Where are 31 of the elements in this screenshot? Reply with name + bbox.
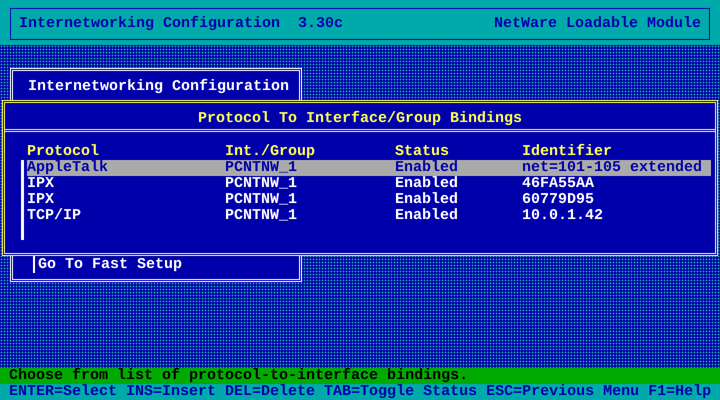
menu-item[interactable]: Go To Fast Setup xyxy=(33,256,182,273)
identifier-cell-text: 10.0.1.42 xyxy=(522,208,604,224)
column-header: Int./Group xyxy=(225,144,316,160)
program-title: Internetworking Configuration 3.30c xyxy=(19,16,344,32)
status-cell-text: Enabled xyxy=(395,208,460,224)
protocol-cell-text: TCP/IP xyxy=(27,208,82,224)
binding-row[interactable]: IPX PCNTNW_1 Enabled 60779D95 xyxy=(27,192,711,208)
column-header: Protocol xyxy=(27,144,100,160)
status-message: Choose from list of protocol-to-interface bindings. xyxy=(0,368,720,384)
identifier-cell-text: 60779D95 xyxy=(522,192,596,208)
group-cell-text: PCNTNW_1 xyxy=(225,208,298,224)
identifier-cell-text: net=101-105 extended xyxy=(522,160,704,176)
module-label: NetWare Loadable Module xyxy=(494,16,701,32)
key-help-bar: ENTER=Select INS=Insert DEL=Delete TAB=Toggle Status ESC=Previous Menu F1=Help xyxy=(0,384,720,400)
protocol-cell-text: IPX xyxy=(27,176,56,192)
panel-title: Protocol To Interface/Group Bindings xyxy=(5,103,715,132)
protocol-cell-text: AppleTalk xyxy=(27,160,110,176)
group-cell-text: PCNTNW_1 xyxy=(225,176,298,192)
protocol-cell-text: IPX xyxy=(27,192,56,208)
group-cell-text: PCNTNW_1 xyxy=(225,160,298,176)
status-cell-text: Enabled xyxy=(395,176,460,192)
column-header: Status xyxy=(395,144,450,160)
binding-row[interactable]: TCP/IP PCNTNW_1 Enabled 10.0.1.42 xyxy=(27,208,711,224)
status-cell-text: Enabled xyxy=(395,192,460,208)
column-header: Identifier xyxy=(522,144,614,160)
binding-row[interactable]: IPX PCNTNW_1 Enabled 46FA55AA xyxy=(27,176,711,192)
binding-row[interactable]: AppleTalk PCNTNW_1 Enabled net=101-105 extended xyxy=(27,160,711,176)
menu-title: Internetworking Configuration xyxy=(28,78,290,95)
group-cell-text: PCNTNW_1 xyxy=(225,192,298,208)
identifier-cell-text: 46FA55AA xyxy=(522,176,596,192)
status-cell-text: Enabled xyxy=(395,160,460,176)
